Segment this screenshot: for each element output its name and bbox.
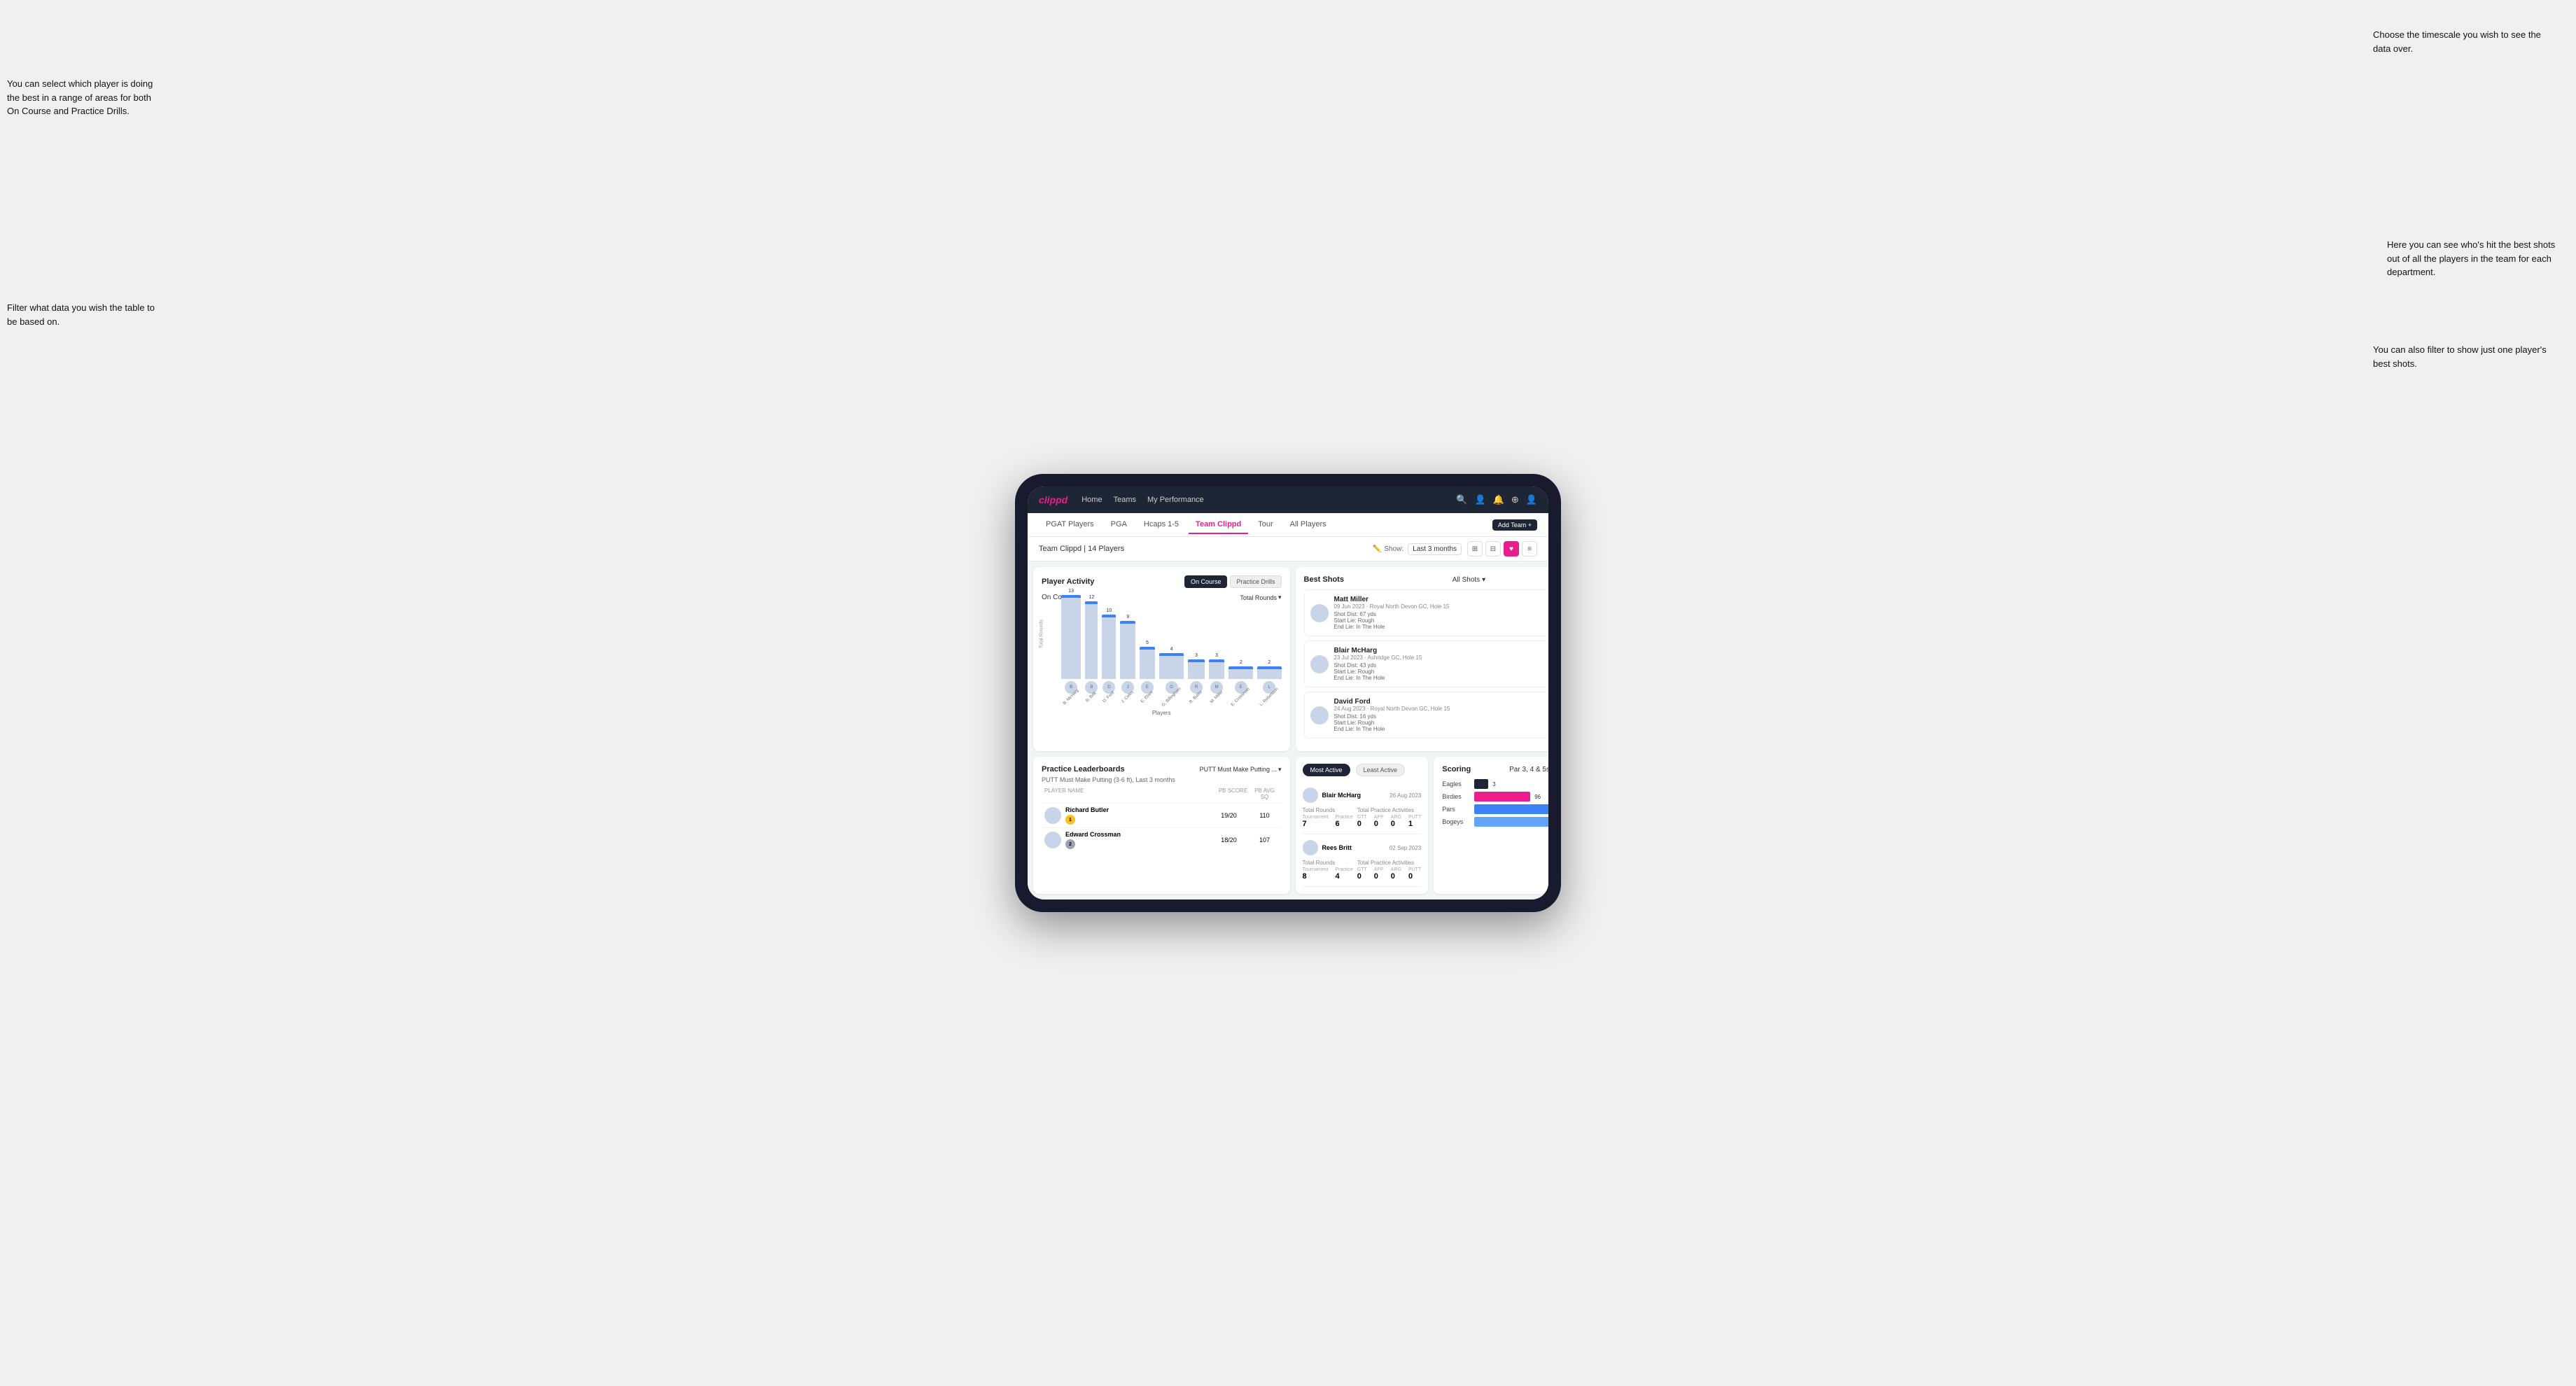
leaderboard-row[interactable]: Edward Crossman 2 18/20 107 [1042, 827, 1282, 852]
least-active-tab[interactable]: Least Active [1356, 764, 1406, 776]
chart-dropdown[interactable]: Total Rounds ▾ [1240, 594, 1281, 601]
shot-card[interactable]: Matt Miller 09 Jun 2023 · Royal North De… [1304, 589, 1549, 636]
bar-item: 5 E E. Ebert [1140, 640, 1155, 699]
bar-item: 12 B B. Britt [1085, 595, 1098, 699]
practice-leaderboard-panel: Practice Leaderboards PUTT Must Make Put… [1033, 757, 1290, 894]
col-pb-score: PB SCORE [1216, 788, 1251, 800]
list-view-btn[interactable]: ≡ [1522, 541, 1537, 556]
user-icon[interactable]: 👤 [1475, 494, 1486, 505]
score-bar-row: Bogeys 315 [1442, 817, 1548, 827]
active-players: Blair McHarg 26 Aug 2023 Total Rounds To… [1303, 782, 1422, 887]
most-active-panel: Most Active Least Active Blair McHarg 26… [1296, 757, 1429, 894]
scoring-header: Scoring Par 3, 4 & 5s▾ All Players▾ [1442, 765, 1548, 774]
view-icons: ⊞ ⊟ ♥ ≡ [1467, 541, 1537, 556]
timescale-dropdown[interactable]: Last 3 months [1408, 543, 1462, 555]
col-avg-score: PB AVG SQ [1251, 788, 1279, 800]
annotation-timescale: Choose the timescale you wish to see the… [2373, 28, 2555, 55]
x-axis-label: Players [1152, 710, 1171, 716]
app-logo: clippd [1039, 494, 1068, 505]
tab-row: PGAT Players PGA Hcaps 1-5 Team Clippd T… [1028, 513, 1548, 537]
main-content: Player Activity On Course Practice Drill… [1028, 561, 1548, 899]
nav-teams[interactable]: Teams [1114, 496, 1136, 504]
tab-pgat-players[interactable]: PGAT Players [1039, 516, 1101, 534]
shot-card[interactable]: David Ford 24 Aug 2023 · Royal North Dev… [1304, 692, 1549, 738]
search-icon[interactable]: 🔍 [1456, 494, 1467, 505]
bar-chart-area: Total Rounds 13 B B. McHarg 12 B B. Brit… [1042, 604, 1282, 716]
on-course-toggle[interactable]: On Course [1184, 575, 1228, 588]
score-bars: Eagles 3 Birdies 96 Pars 499 Bogeys 315 [1442, 779, 1548, 827]
tab-hcaps[interactable]: Hcaps 1-5 [1137, 516, 1186, 534]
bar-item: 9 J J. Coles [1120, 615, 1135, 699]
scoring-filter1[interactable]: Par 3, 4 & 5s▾ [1509, 766, 1548, 774]
shot-cards: Matt Miller 09 Jun 2023 · Royal North De… [1304, 589, 1549, 738]
bar-item: 2 E E. Crossman [1228, 660, 1253, 699]
bar-item: 13 B B. McHarg [1061, 589, 1081, 699]
annotation-player-select: You can select which player is doing the… [7, 77, 161, 118]
practice-drills-toggle[interactable]: Practice Drills [1230, 575, 1281, 588]
player-activity-title: Player Activity [1042, 578, 1094, 586]
nav-icons: 🔍 👤 🔔 ⊕ 👤 [1456, 494, 1537, 505]
col-player-name: PLAYER NAME [1044, 788, 1216, 800]
tab-team-clippd[interactable]: Team Clippd [1189, 516, 1248, 534]
grid-view-btn[interactable]: ⊞ [1467, 541, 1483, 556]
y-axis-label: Total Rounds [1040, 620, 1044, 648]
score-bar-row: Birdies 96 [1442, 792, 1548, 802]
bar-item: 10 D D. Ford [1102, 608, 1116, 699]
annotation-best-shots: Here you can see who's hit the best shot… [2387, 238, 2562, 279]
tablet-frame: clippd Home Teams My Performance 🔍 👤 🔔 ⊕… [1015, 474, 1561, 912]
leaderboard-title: Practice Leaderboards [1042, 765, 1125, 774]
toggle-buttons: On Course Practice Drills [1184, 575, 1282, 588]
best-shots-title: Best Shots [1304, 575, 1344, 584]
bar-item: 4 G G. Billingham [1159, 647, 1184, 699]
leaderboard-row[interactable]: Richard Butler 1 19/20 110 [1042, 803, 1282, 827]
nav-home[interactable]: Home [1082, 496, 1102, 504]
tab-all-players[interactable]: All Players [1283, 516, 1334, 534]
tab-tour[interactable]: Tour [1251, 516, 1280, 534]
bar-item: 2 L L. Robertson [1257, 660, 1281, 699]
sub-header: Team Clippd | 14 Players ✏️ Show: Last 3… [1028, 537, 1548, 561]
show-label: Show: [1384, 545, 1404, 553]
score-bar-row: Pars 499 [1442, 804, 1548, 814]
nav-items: Home Teams My Performance [1082, 496, 1442, 504]
tab-pga[interactable]: PGA [1104, 516, 1134, 534]
leaderboard-subtitle: PUTT Must Make Putting (3-6 ft), Last 3 … [1042, 776, 1282, 783]
most-active-tab[interactable]: Most Active [1303, 764, 1350, 776]
active-player-card: Rees Britt 02 Sep 2023 Total Rounds Tour… [1303, 834, 1422, 887]
bottom-right-panels: Most Active Least Active Blair McHarg 26… [1296, 757, 1549, 894]
leaderboard-header: Practice Leaderboards PUTT Must Make Put… [1042, 765, 1282, 774]
leaderboard-rows: Richard Butler 1 19/20 110 Edward Crossm… [1042, 803, 1282, 852]
active-tabs: Most Active Least Active [1303, 764, 1422, 776]
heart-view-btn[interactable]: ♥ [1504, 541, 1519, 556]
bell-icon[interactable]: 🔔 [1493, 494, 1504, 505]
nav-bar: clippd Home Teams My Performance 🔍 👤 🔔 ⊕… [1028, 486, 1548, 513]
tiles-view-btn[interactable]: ⊟ [1485, 541, 1501, 556]
shot-card[interactable]: Blair McHarg 23 Jul 2023 · Ashridge GC, … [1304, 640, 1549, 687]
add-icon[interactable]: ⊕ [1511, 494, 1519, 505]
player-activity-header: Player Activity On Course Practice Drill… [1042, 575, 1282, 588]
team-title: Team Clippd | 14 Players [1039, 545, 1373, 553]
nav-my-performance[interactable]: My Performance [1147, 496, 1204, 504]
all-shots-dropdown[interactable]: All Shots▾ [1452, 576, 1486, 584]
scoring-title: Scoring [1442, 765, 1471, 774]
add-team-button[interactable]: Add Team + [1492, 519, 1537, 531]
bar-item: 3 M M. Miller [1209, 653, 1225, 699]
leaderboard-cols: PLAYER NAME PB SCORE PB AVG SQ [1042, 788, 1282, 803]
tablet-screen: clippd Home Teams My Performance 🔍 👤 🔔 ⊕… [1028, 486, 1548, 899]
annotation-player-filter: You can also filter to show just one pla… [2373, 343, 2562, 370]
edit-icon[interactable]: ✏️ [1373, 545, 1381, 553]
annotation-filter: Filter what data you wish the table to b… [7, 301, 161, 328]
scoring-panel: Scoring Par 3, 4 & 5s▾ All Players▾ Eagl… [1434, 757, 1548, 894]
bars-group: 13 B B. McHarg 12 B B. Britt 10 D D. For… [1061, 604, 1282, 699]
leaderboard-dropdown[interactable]: PUTT Must Make Putting ...▾ [1200, 766, 1282, 774]
profile-icon[interactable]: 👤 [1526, 494, 1537, 505]
score-bar-row: Eagles 3 [1442, 779, 1548, 789]
player-activity-panel: Player Activity On Course Practice Drill… [1033, 567, 1290, 751]
bar-item: 3 R R. Butler [1188, 653, 1204, 699]
active-player-card: Blair McHarg 26 Aug 2023 Total Rounds To… [1303, 782, 1422, 834]
best-shots-panel: Best Shots All Shots▾ All Players▾ Matt … [1296, 567, 1549, 751]
best-shots-header: Best Shots All Shots▾ All Players▾ [1304, 575, 1549, 584]
